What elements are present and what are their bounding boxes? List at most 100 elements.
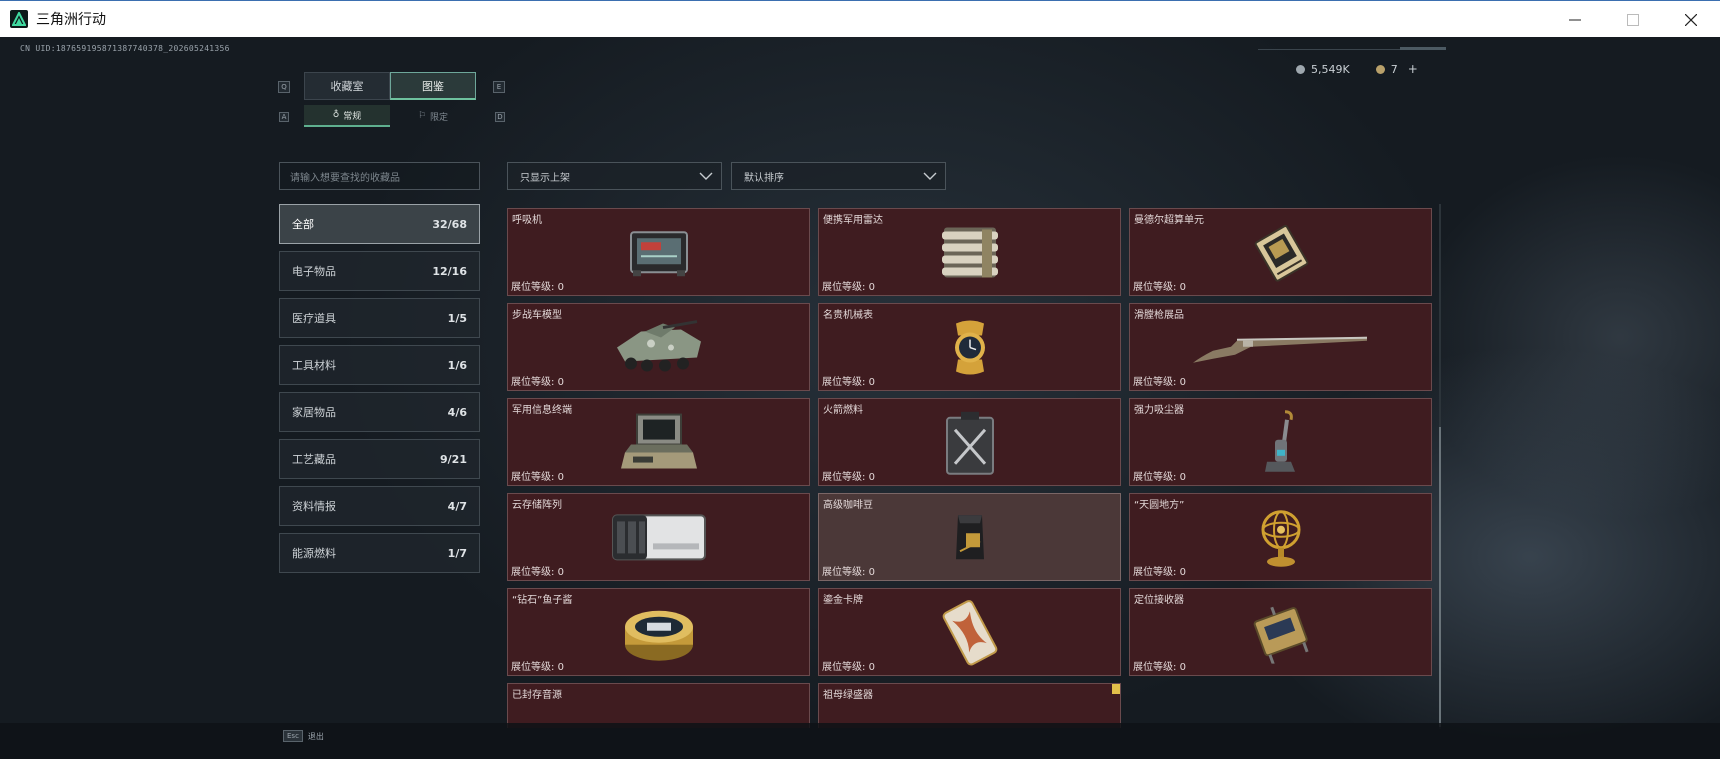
collection-card[interactable]: 定位接收器 展位等级: 0: [1129, 588, 1432, 676]
new-badge-icon: [1112, 684, 1120, 694]
category-name: 电子物品: [292, 265, 336, 278]
add-currency-button[interactable]: +: [1408, 62, 1418, 76]
key-hint-a: A: [279, 112, 289, 122]
level-value: 0: [557, 662, 564, 673]
category-electronics[interactable]: 电子物品 12/16: [279, 251, 480, 291]
category-crafts[interactable]: 工艺藏品 9/21: [279, 439, 480, 479]
item-level: 展位等级: 0: [511, 278, 564, 293]
category-count: 1/5: [447, 311, 467, 325]
item-level: 展位等级: 0: [1133, 278, 1186, 293]
category-medical[interactable]: 医疗道具 1/5: [279, 298, 480, 338]
currency-bar: 5,549K 7 +: [1296, 62, 1418, 76]
item-name: 火箭燃料: [823, 405, 863, 416]
level-value: 0: [1179, 567, 1186, 578]
item-level: 展位等级: 0: [822, 468, 875, 483]
collection-card[interactable]: “天圆地方” 展位等级: 0: [1129, 493, 1432, 581]
item-name: “天圆地方”: [1134, 500, 1185, 511]
maximize-button[interactable]: [1604, 1, 1662, 38]
collection-card[interactable]: 高级咖啡豆 展位等级: 0: [818, 493, 1121, 581]
main-tabs: 收藏室 图鉴: [304, 72, 476, 100]
level-label: 展位等级:: [1133, 567, 1177, 578]
ifv-model-icon: [611, 318, 707, 382]
category-count: 9/21: [440, 452, 467, 466]
sort-dropdown-value: 默认排序: [744, 172, 784, 184]
computing-unit-icon: [1249, 223, 1313, 285]
back-button[interactable]: Esc 退出: [283, 730, 324, 742]
filter-dropdown-value: 只显示上架: [520, 172, 570, 184]
item-name: 已封存音源: [512, 690, 562, 701]
collection-card[interactable]: 名贵机械表 展位等级: 0: [818, 303, 1121, 391]
collection-card[interactable]: 曼德尔超算单元 展位等级: 0: [1129, 208, 1432, 296]
level-label: 展位等级:: [822, 377, 866, 388]
header-divider: [1258, 49, 1408, 50]
key-hint-q: Q: [278, 81, 290, 93]
regular-icon: ♁: [332, 110, 340, 120]
tab-codex[interactable]: 图鉴: [390, 72, 476, 100]
coffee-bag-icon: [952, 511, 988, 567]
app-logo-icon: [10, 10, 28, 28]
item-level: 展位等级: 0: [822, 278, 875, 293]
close-button[interactable]: [1662, 1, 1720, 38]
grid-scrollbar-thumb[interactable]: [1439, 427, 1441, 727]
collection-card[interactable]: 便携军用雷达 展位等级: 0: [818, 208, 1121, 296]
minimize-button[interactable]: [1546, 1, 1604, 38]
collection-card[interactable]: 祖母绿盛器: [818, 683, 1121, 728]
category-name: 能源燃料: [292, 547, 336, 560]
filter-dropdown[interactable]: 只显示上架: [507, 162, 722, 190]
collection-card[interactable]: 滑膛枪展品 展位等级: 0: [1129, 303, 1432, 391]
collection-card[interactable]: 云存储阵列 展位等级: 0: [507, 493, 810, 581]
item-name: 便携军用雷达: [823, 215, 883, 226]
category-intel[interactable]: 资料情报 4/7: [279, 486, 480, 526]
collection-card[interactable]: 已封存音源: [507, 683, 810, 728]
collection-card[interactable]: 步战车模型 展位等级: 0: [507, 303, 810, 391]
category-count: 4/6: [447, 405, 467, 419]
item-level: 展位等级: 0: [1133, 468, 1186, 483]
header-divider-accent: [1400, 47, 1446, 50]
collection-card[interactable]: 强力吸尘器 展位等级: 0: [1129, 398, 1432, 486]
category-name: 医疗道具: [292, 312, 336, 325]
collection-card[interactable]: “钻石”鱼子酱 展位等级: 0: [507, 588, 810, 676]
category-all[interactable]: 全部 32/68: [279, 204, 480, 244]
tab-collection-room[interactable]: 收藏室: [304, 72, 390, 100]
category-count: 32/68: [432, 217, 467, 231]
category-name: 工艺藏品: [292, 453, 336, 466]
gold-amount: 7: [1390, 62, 1398, 76]
item-level: 展位等级: 0: [511, 658, 564, 673]
collection-card[interactable]: 呼吸机 展位等级: 0: [507, 208, 810, 296]
level-value: 0: [868, 282, 875, 293]
tab-limited[interactable]: ⚐ 限定: [390, 105, 476, 127]
window-title-bar: 三角洲行动: [0, 0, 1720, 37]
tab-regular-label: 常规: [343, 111, 362, 122]
level-label: 展位等级:: [1133, 662, 1177, 673]
level-label: 展位等级:: [1133, 282, 1177, 293]
category-tools[interactable]: 工具材料 1/6: [279, 345, 480, 385]
collection-card[interactable]: 鎏金卡牌 展位等级: 0: [818, 588, 1121, 676]
storage-array-icon: [609, 509, 709, 569]
esc-key-hint: Esc: [283, 730, 303, 742]
level-value: 0: [557, 282, 564, 293]
item-level: 展位等级: 0: [511, 563, 564, 578]
category-energy[interactable]: 能源燃料 1/7: [279, 533, 480, 573]
category-count: 1/7: [447, 546, 467, 560]
collection-card[interactable]: 军用信息终端 展位等级: 0: [507, 398, 810, 486]
minimize-icon: [1569, 19, 1581, 20]
item-level: 展位等级: 0: [511, 468, 564, 483]
caviar-icon: [621, 601, 697, 669]
silver-amount: 5,549K: [1311, 62, 1350, 76]
level-label: 展位等级:: [511, 377, 555, 388]
search-input[interactable]: 请输入想要查找的收藏品: [279, 162, 480, 190]
sub-tabs: ♁ 常规 ⚐ 限定: [304, 105, 476, 127]
item-name: 滑膛枪展品: [1134, 310, 1184, 321]
category-household[interactable]: 家居物品 4/6: [279, 392, 480, 432]
item-name: 军用信息终端: [512, 405, 572, 416]
musket-icon: [1191, 327, 1371, 371]
category-name: 全部: [292, 218, 314, 231]
tab-regular[interactable]: ♁ 常规: [304, 105, 390, 127]
level-value: 0: [868, 662, 875, 673]
chevron-down-icon: [923, 172, 937, 180]
item-name: 高级咖啡豆: [823, 500, 873, 511]
category-count: 4/7: [447, 499, 467, 513]
fuel-icon: [943, 410, 997, 480]
sort-dropdown[interactable]: 默认排序: [731, 162, 946, 190]
collection-card[interactable]: 火箭燃料 展位等级: 0: [818, 398, 1121, 486]
